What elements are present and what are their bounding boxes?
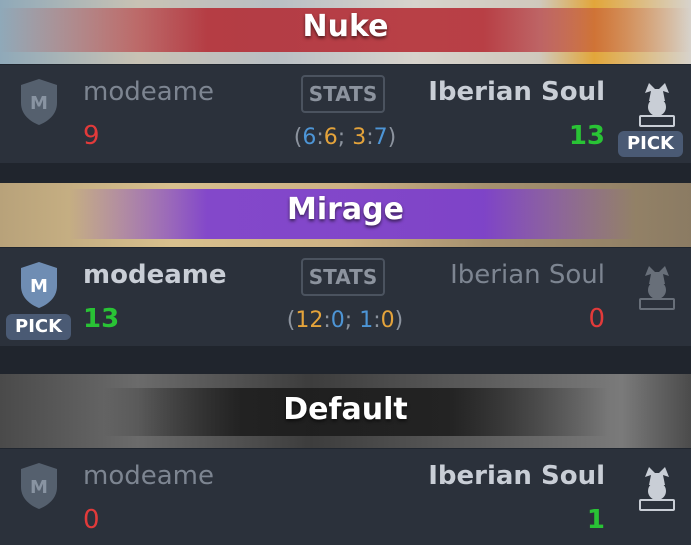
half1-right: 0 [330,308,345,333]
half1-left: 6 [302,125,317,150]
half2-right: 7 [373,125,388,150]
halves-mid: ; [344,308,360,333]
match-row: M modeame 0 Iberian Soul 1 [0,448,691,545]
team-left-name[interactable]: modeame [83,461,214,491]
map-title: Default [283,392,408,427]
map-banner-default: Default [0,374,691,448]
team-right-name[interactable]: Iberian Soul [428,461,605,491]
team-right-score: 13 [568,121,605,151]
halves-sep: : [366,125,374,150]
stats-button[interactable]: STATS [301,75,385,113]
half-scores: (6:6; 3:7) [250,125,440,150]
halves-sep: : [323,308,331,333]
shield-icon: M [21,262,57,308]
team-left-score: 0 [83,505,100,535]
team-left-score: 13 [83,304,120,334]
halves-close: ) [387,125,397,150]
half-scores: (12:0; 1:0) [250,308,440,333]
team-right-name[interactable]: Iberian Soul [450,260,605,290]
divider [0,346,691,374]
team-right-score: 1 [586,505,605,535]
halves-mid: ; [337,125,353,150]
iberian-soul-logo-icon [639,266,675,310]
halves-close: ) [394,308,404,333]
half1-left: 12 [295,308,324,333]
half2-left: 1 [359,308,374,333]
map-mirage: Mirage M PICK modeame 13 STATS (12:0; 1:… [0,183,691,346]
pick-badge: PICK [6,314,72,340]
pick-badge: PICK [617,131,683,157]
half1-right: 6 [323,125,338,150]
team-left-score: 9 [83,121,100,151]
team-left-name[interactable]: modeame [83,260,226,290]
shield-icon: M [21,79,57,125]
map-title: Mirage [287,192,404,227]
iberian-soul-logo-icon [639,83,675,127]
map-default: Default M modeame 0 Iberian Soul 1 [0,374,691,545]
map-title: Nuke [302,9,389,44]
halves-sep: : [316,125,324,150]
match-row: M modeame 9 STATS (6:6; 3:7) Iberian Sou… [0,64,691,163]
svg-text:M: M [30,477,48,498]
map-results: Nuke M modeame 9 STATS (6:6; 3:7) Iberia… [0,0,691,545]
team-left-name[interactable]: modeame [83,77,214,107]
shield-icon: M [21,463,57,509]
svg-text:M: M [30,93,48,114]
match-row: M PICK modeame 13 STATS (12:0; 1:0) Iber… [0,247,691,346]
divider [0,163,691,183]
half2-right: 0 [380,308,395,333]
map-nuke: Nuke M modeame 9 STATS (6:6; 3:7) Iberia… [0,0,691,163]
team-right-score: 0 [588,304,605,334]
svg-text:M: M [30,276,48,297]
team-right-name[interactable]: Iberian Soul [428,77,605,107]
map-banner-mirage: Mirage [0,183,691,247]
half2-left: 3 [352,125,367,150]
stats-button[interactable]: STATS [301,258,385,296]
iberian-soul-logo-icon [639,467,675,511]
map-banner-nuke: Nuke [0,0,691,64]
halves-sep: : [373,308,381,333]
